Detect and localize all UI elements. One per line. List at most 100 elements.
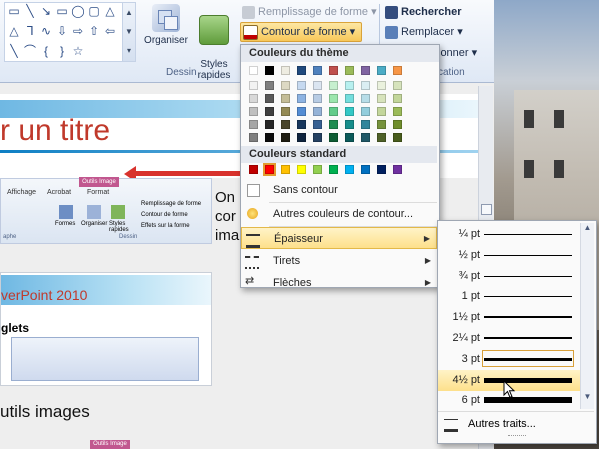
- standard-color-swatch[interactable]: [361, 165, 370, 174]
- shape-brace-icon[interactable]: }: [55, 45, 69, 58]
- theme-shade-swatch[interactable]: [393, 107, 402, 116]
- theme-shade-swatch[interactable]: [361, 120, 370, 129]
- standard-color-swatch[interactable]: [263, 163, 276, 176]
- theme-shade-swatch[interactable]: [345, 81, 354, 90]
- shape-curve-icon[interactable]: ⌒: [23, 45, 37, 58]
- gallery-down-icon[interactable]: ▼: [123, 22, 135, 41]
- weight-option[interactable]: ¼ pt: [438, 224, 580, 245]
- theme-shade-swatch[interactable]: [265, 94, 274, 103]
- theme-shade-swatch[interactable]: [265, 133, 274, 142]
- organiser-button[interactable]: Organiser: [140, 4, 192, 46]
- styles-rapides-button[interactable]: Styles rapides: [192, 4, 236, 81]
- weight-option[interactable]: ¾ pt: [438, 266, 580, 287]
- theme-shade-swatch[interactable]: [249, 107, 258, 116]
- shape-arrow-icon[interactable]: ⇩: [55, 25, 69, 38]
- shapes-gallery[interactable]: ▭ ╲ ↘ ▭ ◯ ▢ △ △ ᒣ ∿ ⇩ ⇨ ⇧ ⇦ ╲ ⌒ { } ☆: [4, 2, 124, 62]
- theme-shade-swatch[interactable]: [345, 107, 354, 116]
- shape-line-icon[interactable]: ╲: [23, 5, 37, 18]
- theme-color-swatch[interactable]: [393, 66, 402, 75]
- dashes-item[interactable]: Tirets ▶: [241, 250, 437, 272]
- contour-de-forme-button[interactable]: Contour de forme ▾: [240, 22, 362, 42]
- standard-color-swatch[interactable]: [345, 165, 354, 174]
- standard-color-swatch[interactable]: [329, 165, 338, 174]
- gallery-scrollbar[interactable]: ▲ ▼ ▾: [122, 2, 136, 62]
- standard-color-swatch[interactable]: [281, 165, 290, 174]
- theme-shade-swatch[interactable]: [265, 120, 274, 129]
- theme-shade-swatch[interactable]: [297, 120, 306, 129]
- theme-shade-swatch[interactable]: [313, 107, 322, 116]
- theme-shade-swatch[interactable]: [393, 81, 402, 90]
- weight-option[interactable]: ½ pt: [438, 245, 580, 266]
- scroll-thumb[interactable]: [480, 204, 492, 215]
- more-lines-item[interactable]: Autres traits...: [438, 413, 594, 435]
- shape-arrow-icon[interactable]: ⇨: [71, 25, 85, 38]
- shape-arrow-icon[interactable]: ⇧: [87, 25, 101, 38]
- shape-rounded-rect-icon[interactable]: ▢: [87, 5, 101, 18]
- remplacer-button[interactable]: Remplacer ▾: [385, 23, 463, 41]
- remplissage-button[interactable]: Remplissage de forme ▾: [242, 3, 377, 21]
- theme-shade-swatch[interactable]: [393, 133, 402, 142]
- theme-shade-swatch[interactable]: [377, 107, 386, 116]
- shape-star-icon[interactable]: ☆: [71, 45, 85, 58]
- theme-shade-swatch[interactable]: [313, 133, 322, 142]
- theme-color-swatch[interactable]: [265, 66, 274, 75]
- theme-shade-swatch[interactable]: [377, 133, 386, 142]
- theme-color-swatch[interactable]: [313, 66, 322, 75]
- theme-shade-swatch[interactable]: [361, 107, 370, 116]
- more-colors-item[interactable]: Autres couleurs de contour...: [241, 203, 437, 225]
- theme-shade-swatch[interactable]: [313, 94, 322, 103]
- theme-color-swatch[interactable]: [361, 66, 370, 75]
- theme-shade-swatch[interactable]: [249, 120, 258, 129]
- weight-item[interactable]: Épaisseur ▶: [241, 227, 437, 249]
- theme-shade-swatch[interactable]: [281, 133, 290, 142]
- theme-color-swatch[interactable]: [281, 66, 290, 75]
- scroll-up-icon[interactable]: ▲: [581, 223, 594, 232]
- theme-shade-swatch[interactable]: [249, 94, 258, 103]
- no-outline-item[interactable]: Sans contour: [241, 179, 437, 201]
- theme-shade-swatch[interactable]: [377, 94, 386, 103]
- shape-brace-icon[interactable]: {: [39, 45, 53, 58]
- theme-shade-swatch[interactable]: [265, 107, 274, 116]
- theme-shade-swatch[interactable]: [281, 120, 290, 129]
- theme-color-swatch[interactable]: [377, 66, 386, 75]
- theme-color-swatch[interactable]: [249, 66, 258, 75]
- theme-shade-swatch[interactable]: [329, 81, 338, 90]
- resize-grip[interactable]: [508, 435, 526, 440]
- weight-option[interactable]: 3 pt: [438, 349, 580, 370]
- shape-rectangle-icon[interactable]: ▭: [7, 5, 21, 18]
- weight-option[interactable]: 1½ pt: [438, 307, 580, 328]
- standard-color-swatch[interactable]: [377, 165, 386, 174]
- shape-elbow-connector-icon[interactable]: ᒣ: [23, 25, 37, 38]
- theme-shade-swatch[interactable]: [377, 81, 386, 90]
- theme-shade-swatch[interactable]: [361, 94, 370, 103]
- shape-arrow-icon[interactable]: ↘: [39, 5, 53, 18]
- theme-color-swatch[interactable]: [329, 66, 338, 75]
- theme-shade-swatch[interactable]: [361, 81, 370, 90]
- theme-color-swatch[interactable]: [297, 66, 306, 75]
- theme-shade-swatch[interactable]: [249, 133, 258, 142]
- theme-shade-swatch[interactable]: [313, 81, 322, 90]
- slide-title[interactable]: r un titre: [0, 114, 110, 148]
- shape-oval-icon[interactable]: ◯: [71, 5, 85, 18]
- standard-color-swatch[interactable]: [297, 165, 306, 174]
- shape-line-icon[interactable]: ╲: [7, 45, 21, 58]
- theme-shade-swatch[interactable]: [297, 133, 306, 142]
- shape-box-icon[interactable]: ▭: [55, 5, 69, 18]
- theme-shade-swatch[interactable]: [345, 133, 354, 142]
- theme-shade-swatch[interactable]: [329, 133, 338, 142]
- theme-shade-swatch[interactable]: [265, 81, 274, 90]
- theme-shade-swatch[interactable]: [281, 94, 290, 103]
- scroll-down-icon[interactable]: ▼: [581, 392, 594, 401]
- theme-shade-swatch[interactable]: [393, 120, 402, 129]
- gallery-more-icon[interactable]: ▾: [123, 41, 135, 60]
- gallery-up-icon[interactable]: ▲: [123, 3, 135, 22]
- theme-shade-swatch[interactable]: [377, 120, 386, 129]
- shape-triangle-icon[interactable]: △: [7, 25, 21, 38]
- theme-shade-swatch[interactable]: [329, 94, 338, 103]
- arrows-item[interactable]: ⇄ Flèches ▶: [241, 272, 437, 294]
- theme-shade-swatch[interactable]: [249, 81, 258, 90]
- theme-shade-swatch[interactable]: [329, 120, 338, 129]
- theme-shade-swatch[interactable]: [297, 107, 306, 116]
- theme-shade-swatch[interactable]: [329, 107, 338, 116]
- theme-color-swatch[interactable]: [345, 66, 354, 75]
